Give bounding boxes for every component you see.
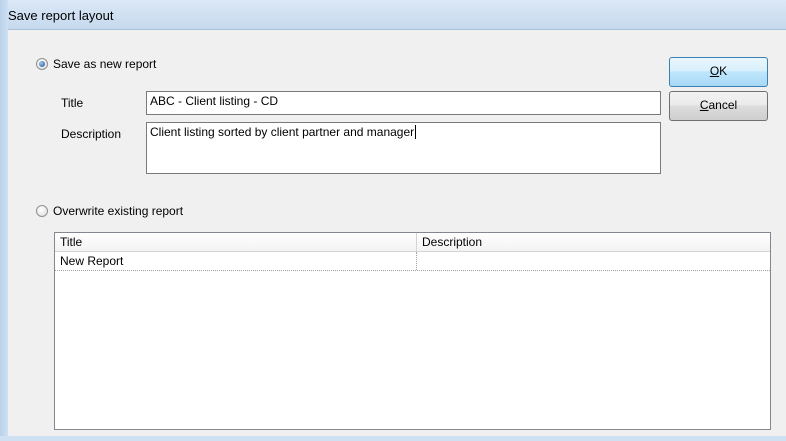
text-caret [415, 125, 417, 139]
description-field[interactable]: Client listing sorted by client partner … [146, 122, 661, 174]
title-field-value: ABC - Client listing - CD [150, 94, 279, 108]
save-report-layout-dialog: Save report layout Save as new report Ti… [0, 0, 786, 441]
save-as-new-label: Save as new report [53, 57, 157, 71]
cancel-label-rest: ancel [708, 98, 738, 112]
list-row[interactable]: New Report [55, 252, 770, 271]
existing-reports-list[interactable]: Title Description New Report [54, 232, 771, 430]
overwrite-existing-label: Overwrite existing report [53, 204, 184, 218]
overwrite-existing-radio-option[interactable]: Overwrite existing report [36, 204, 183, 218]
save-as-new-radio[interactable] [36, 58, 48, 70]
column-header-title[interactable]: Title [55, 233, 417, 251]
ok-label-rest: K [719, 64, 728, 78]
ok-mnemonic: O [709, 64, 720, 78]
row-title-cell: New Report [55, 252, 417, 270]
list-header: Title Description [55, 233, 770, 252]
dialog-client-area: Save as new report Title ABC - Client li… [8, 30, 786, 436]
ok-button[interactable]: OK [669, 57, 768, 87]
window-frame-left [0, 0, 8, 441]
description-label: Description [61, 127, 122, 141]
description-field-value: Client listing sorted by client partner … [150, 125, 415, 139]
column-header-description[interactable]: Description [417, 233, 770, 251]
title-label: Title [61, 96, 84, 110]
window-frame-bottom [0, 436, 786, 441]
row-description-cell [417, 252, 770, 270]
window-title: Save report layout [8, 8, 114, 23]
overwrite-existing-radio[interactable] [36, 205, 48, 217]
cancel-button[interactable]: Cancel [669, 91, 768, 121]
title-bar[interactable]: Save report layout [8, 0, 786, 30]
save-as-new-radio-option[interactable]: Save as new report [36, 57, 156, 71]
title-field[interactable]: ABC - Client listing - CD [146, 91, 661, 115]
